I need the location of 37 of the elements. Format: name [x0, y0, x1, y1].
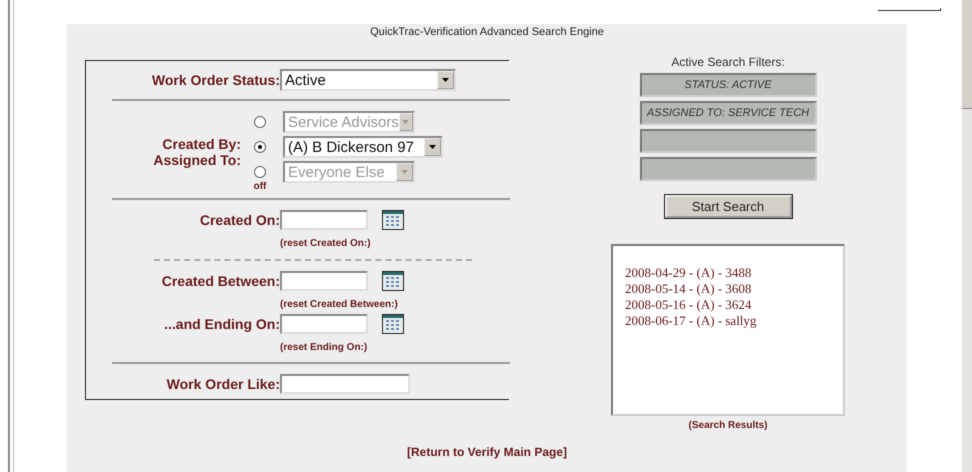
scrollbar[interactable]	[962, 0, 972, 472]
person-dropdown[interactable]: (A) B Dickerson 97	[283, 136, 443, 158]
status-dropdown[interactable]: Active	[280, 69, 456, 91]
off-label: off	[254, 181, 266, 192]
caret-icon	[402, 120, 410, 124]
return-link[interactable]: [Return to Verify Main Page]	[406, 445, 568, 459]
date-field[interactable]	[280, 271, 368, 291]
filter-display: STATUS: ACTIVE	[640, 73, 816, 97]
page-title: QuickTrac-Verification Advanced Search Engine	[370, 26, 604, 38]
caret-icon	[429, 145, 436, 149]
field-label: Created Between:	[160, 273, 280, 289]
results-caption: (Search Results)	[688, 420, 768, 431]
field-label: Created On:	[198, 212, 280, 228]
result-item[interactable]: 2008-04-29 - (A) - 3488	[625, 265, 843, 281]
field-label: Created By:	[162, 136, 241, 152]
field-label: Assigned To:	[153, 152, 241, 168]
date-field[interactable]	[280, 210, 368, 230]
start-search-button[interactable]: Start Search	[664, 195, 792, 218]
result-item[interactable]: 2008-05-16 - (A) - 3624	[625, 297, 843, 313]
reset-link[interactable]: (reset Created On:)	[280, 238, 371, 249]
filter-display: ASSIGNED TO: SERVICE TECH	[640, 101, 816, 125]
calendar-icon[interactable]	[382, 210, 404, 230]
result-item[interactable]: 2008-05-14 - (A) - 3608	[625, 281, 843, 297]
field-label: Work Order Status:	[150, 72, 280, 88]
date-field[interactable]	[280, 314, 368, 334]
caret-icon	[442, 78, 449, 82]
field-label: ...and Ending On:	[163, 316, 280, 332]
reset-link[interactable]: (reset Created Between:)	[280, 299, 398, 310]
caret-icon	[401, 170, 408, 174]
calendar-icon[interactable]	[382, 314, 404, 334]
reset-link[interactable]: (reset Ending On:)	[280, 342, 368, 353]
filters-title: Active Search Filters:	[671, 55, 785, 69]
calendar-icon[interactable]	[382, 271, 404, 291]
radio-button[interactable]	[254, 141, 266, 153]
result-item[interactable]: 2008-06-17 - (A) - sallyg	[625, 313, 843, 329]
work-order-field[interactable]	[280, 374, 410, 394]
field-label: Work Order Like:	[166, 376, 280, 392]
